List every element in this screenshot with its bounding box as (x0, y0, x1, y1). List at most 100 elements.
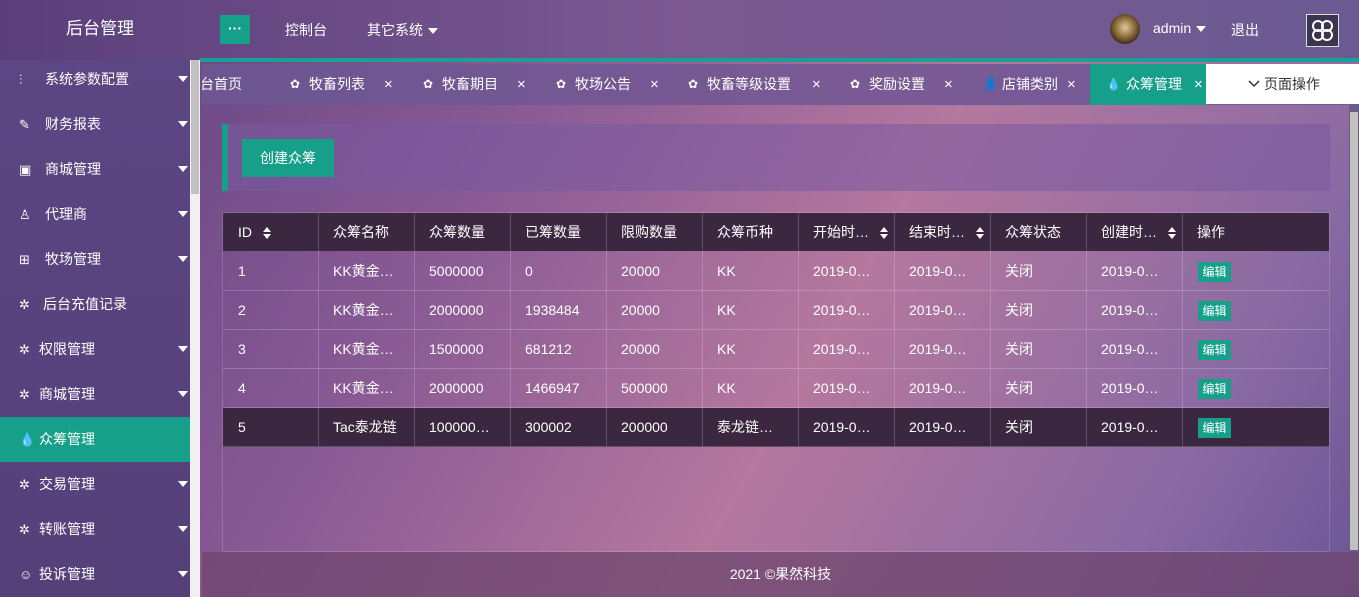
column-header: 众筹数量 (414, 213, 510, 251)
nav-other-systems[interactable]: 其它系统 (367, 20, 438, 40)
edit-button[interactable]: 编辑 (1198, 340, 1231, 360)
table-row: 3 KK黄金… 1500000 681212 20000 KK 2019-0… 2019-0…… (223, 330, 1329, 369)
tab[interactable]: 👤 店铺类别 × (971, 64, 1081, 105)
column-header[interactable]: 结束时… (894, 213, 990, 251)
table-cell: 2000000 (429, 302, 484, 318)
nav-console[interactable]: 控制台 (285, 20, 327, 40)
close-icon[interactable]: × (812, 64, 821, 105)
sidebar-scrollbar-thumb[interactable] (191, 60, 199, 194)
column-header[interactable]: 开始时… (798, 213, 894, 251)
table-cell: 关闭 (1005, 341, 1033, 357)
gear-icon: ✲ (19, 387, 30, 402)
sidebar-item-label: 后台充值记录 (43, 296, 127, 312)
sort-icon[interactable] (263, 227, 271, 239)
tab-label: 牧场公告 (575, 76, 631, 92)
shop-icon: ▣ (19, 162, 32, 177)
table-cell: 681212 (525, 341, 572, 357)
sidebar-item-label: 商城管理 (39, 386, 95, 402)
close-icon[interactable]: × (1194, 64, 1203, 105)
gear-icon: ✲ (19, 522, 30, 537)
create-crowdfunding-button[interactable]: 创建众筹 (242, 139, 334, 177)
sidebar-item[interactable]: ♙ 代理商 (0, 192, 190, 237)
page-operations-menu[interactable]: 页面操作 (1206, 64, 1359, 104)
sidebar-item-label: 众筹管理 (39, 431, 95, 447)
sidebar-item[interactable]: ☺ 投诉管理 (0, 552, 190, 597)
column-header-label: ID (238, 224, 252, 240)
table-cell: 500000 (621, 380, 668, 396)
table-cell: 2019-0… (909, 419, 967, 435)
user-menu[interactable]: admin (1153, 20, 1207, 36)
column-header-label: 众筹数量 (429, 224, 485, 240)
table-row: 5 Tac泰龙链 100000… 300002 200000 泰龙链… 2019-0… 201… (223, 408, 1329, 447)
logout-link[interactable]: 退出 (1231, 20, 1259, 40)
sidebar-item-label: 交易管理 (39, 476, 95, 492)
tab[interactable]: ✿ 牧畜列表 × (278, 64, 398, 105)
table-cell: 关闭 (1005, 263, 1033, 279)
footer: 2021 ©果然科技 (202, 552, 1359, 597)
avatar[interactable] (1110, 14, 1140, 44)
column-header: 众筹名称 (318, 213, 414, 251)
chevron-down-icon (178, 76, 188, 82)
table-cell: 2019-0… (813, 380, 871, 396)
tab[interactable]: 💧 众筹管理 × (1090, 64, 1208, 105)
sidebar-item[interactable]: ✲ 商城管理 (0, 372, 190, 417)
sidebar-item[interactable]: ✲ 后台充值记录 (0, 282, 190, 327)
sidebar-item[interactable]: 💧 众筹管理 (0, 417, 190, 462)
gear-icon: ✿ (290, 77, 301, 91)
table-cell: 2019-0… (909, 302, 967, 318)
tab[interactable]: ✿ 牧畜等级设置 × (676, 64, 826, 105)
edit-button[interactable]: 编辑 (1198, 379, 1231, 399)
column-divider (510, 213, 511, 446)
chevron-down-icon (178, 256, 188, 262)
sort-icon[interactable] (976, 227, 984, 239)
sidebar-item[interactable]: ⫶ 系统参数配置 (0, 60, 190, 102)
tab[interactable]: ✿ 牧畜期目 × (411, 64, 531, 105)
column-divider (414, 213, 415, 446)
tab[interactable]: ✿ 牧场公告 × (544, 64, 664, 105)
edit-button[interactable]: 编辑 (1198, 262, 1231, 282)
tab-label: 奖励设置 (869, 76, 925, 92)
close-icon[interactable]: × (384, 64, 393, 105)
chevron-down-icon (428, 28, 438, 35)
table-cell: 2019-0… (1101, 302, 1159, 318)
close-icon[interactable]: × (1067, 64, 1076, 105)
sidebar-item[interactable]: ✲ 权限管理 (0, 327, 190, 372)
column-header-label: 开始时… (813, 224, 869, 240)
sidebar-item[interactable]: ✲ 转账管理 (0, 507, 190, 552)
edit-button[interactable]: 编辑 (1198, 418, 1231, 438)
sidebar-item-label: 权限管理 (39, 341, 95, 357)
tab[interactable]: ✿ 奖励设置 × (838, 64, 958, 105)
sidebar-item[interactable]: ✎ 财务报表 (0, 102, 190, 147)
table-cell: 300002 (525, 419, 572, 435)
menu-toggle-button[interactable]: ··· (220, 15, 250, 44)
sort-icon[interactable] (1168, 227, 1176, 239)
edit-button[interactable]: 编辑 (1198, 301, 1231, 321)
tab[interactable]: 台首页 (202, 64, 262, 105)
column-header[interactable]: ID (223, 213, 318, 251)
table-cell: 2 (238, 302, 246, 318)
column-divider (606, 213, 607, 446)
table-header: ID 众筹名称 众筹数量 已筹数量 限购数量 众筹币种 开始时… 结束时… 众筹状态 创建时… 操作 (223, 213, 1329, 251)
tab-label: 店铺类别 (1002, 76, 1058, 92)
chevron-down-icon (178, 481, 188, 487)
sidebar-item[interactable]: ✲ 交易管理 (0, 462, 190, 507)
table-cell: 关闭 (1005, 380, 1033, 396)
sidebar-item[interactable]: ▣ 商城管理 (0, 147, 190, 192)
column-header-label: 已筹数量 (525, 224, 581, 240)
column-header[interactable]: 创建时… (1086, 213, 1182, 251)
sidebar-item-label: 系统参数配置 (45, 71, 129, 87)
sort-icon[interactable] (880, 227, 888, 239)
sidebar-item-label: 转账管理 (39, 521, 95, 537)
column-divider (894, 213, 895, 446)
table-cell: 1938484 (525, 302, 580, 318)
sidebar-item[interactable]: ⊞ 牧场管理 (0, 237, 190, 282)
close-icon[interactable]: × (650, 64, 659, 105)
tab-label: 牧畜期目 (442, 76, 498, 92)
table-cell: 2019-0… (1101, 419, 1159, 435)
close-icon[interactable]: × (517, 64, 526, 105)
column-header-label: 操作 (1197, 224, 1225, 240)
chevron-down-icon (178, 526, 188, 532)
close-icon[interactable]: × (944, 64, 953, 105)
table-cell: Tac泰龙链 (333, 419, 397, 435)
content-scrollbar-thumb[interactable] (1350, 112, 1358, 550)
